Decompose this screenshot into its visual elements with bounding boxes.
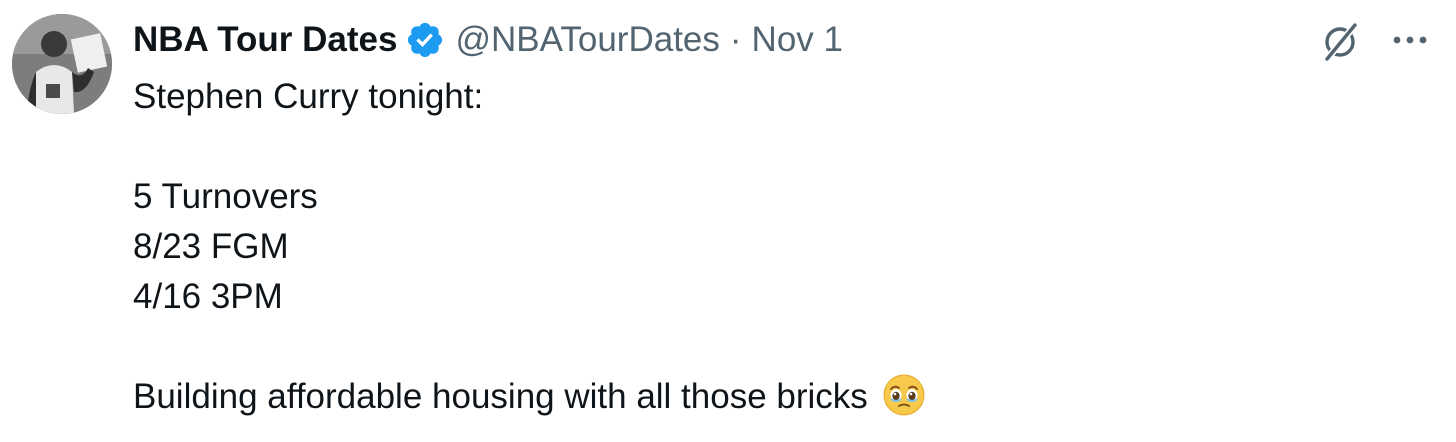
author-display-name[interactable]: NBA Tour Dates xyxy=(133,20,397,60)
avatar-image xyxy=(12,14,112,114)
stat-turnovers: 5 Turnovers xyxy=(133,177,318,216)
tweet-line-intro: Stephen Curry tonight: xyxy=(133,77,484,116)
tweet-header: NBA Tour Dates @NBATourDates · Nov 1 xyxy=(133,14,843,66)
avatar[interactable] xyxy=(12,14,112,114)
tweet-text: Stephen Curry tonight: 5 Turnovers 8/23 … xyxy=(133,72,926,422)
tweet-card: NBA Tour Dates @NBATourDates · Nov 1 Ste… xyxy=(0,0,1456,442)
closing-text: Building affordable housing with all tho… xyxy=(133,377,868,416)
face-holding-back-tears-emoji xyxy=(882,373,926,417)
verified-badge-icon xyxy=(405,20,445,60)
tweet-date[interactable]: Nov 1 xyxy=(752,20,843,60)
stat-3pm: 4/16 3PM xyxy=(133,277,283,316)
grok-icon[interactable] xyxy=(1318,20,1362,64)
stat-fgm: 8/23 FGM xyxy=(133,227,289,266)
meta-separator: · xyxy=(729,20,742,59)
author-handle[interactable]: @NBATourDates xyxy=(455,20,719,60)
tweet-line-closing: Building affordable housing with all tho… xyxy=(133,372,926,422)
more-options-icon[interactable] xyxy=(1388,22,1432,58)
